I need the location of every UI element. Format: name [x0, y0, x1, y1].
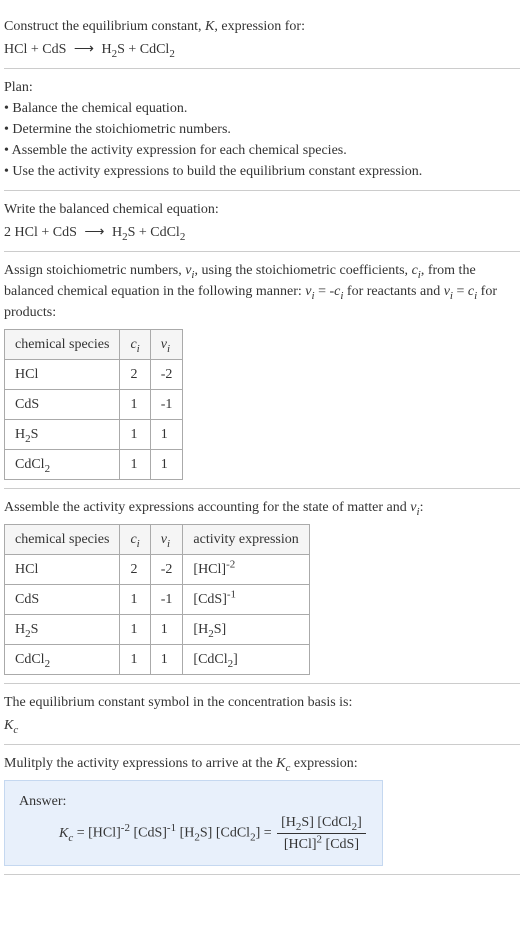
balanced-section: Write the balanced chemical equation: 2 …	[4, 191, 520, 252]
table-cell: HCl	[5, 555, 120, 585]
table-row: HCl 2 -2	[5, 360, 183, 390]
table-cell: 1	[120, 450, 150, 480]
table-cell: 1	[120, 645, 150, 675]
table-cell: 1	[150, 645, 183, 675]
table-cell: CdS	[5, 390, 120, 420]
table-cell: -1	[150, 585, 183, 615]
table-cell: 1	[120, 420, 150, 450]
denominator: [HCl]2 [CdS]	[277, 834, 366, 855]
table-header: ci	[120, 330, 150, 360]
unbalanced-equation: HCl + CdS ⟶ H2S + CdCl2	[4, 39, 520, 60]
symbol-section: The equilibrium constant symbol in the c…	[4, 684, 520, 745]
table-header: ci	[120, 525, 150, 555]
table-cell: [HCl]-2	[183, 555, 309, 585]
table-row: HCl 2 -2 [HCl]-2	[5, 555, 310, 585]
symbol-heading: The equilibrium constant symbol in the c…	[4, 692, 520, 713]
table-cell: -1	[150, 390, 183, 420]
numerator: [H2S] [CdCl2]	[277, 812, 366, 834]
table-header-row: chemical species ci νi	[5, 330, 183, 360]
table-cell: 1	[120, 390, 150, 420]
problem-prompt: Construct the equilibrium constant, K, e…	[4, 16, 520, 37]
table-cell: CdS	[5, 585, 120, 615]
table-header: chemical species	[5, 330, 120, 360]
stoich-table: chemical species ci νi HCl 2 -2 CdS 1 -1…	[4, 329, 183, 480]
plan-bullet: • Balance the chemical equation.	[4, 98, 520, 119]
plan-heading: Plan:	[4, 77, 520, 98]
table-cell: 1	[120, 615, 150, 645]
table-cell: H2S	[5, 615, 120, 645]
activity-section: Assemble the activity expressions accoun…	[4, 489, 520, 684]
answer-equation: Kc = [HCl]-2 [CdS]-1 [H2S] [CdCl2] = [H2…	[59, 812, 368, 855]
table-header: νi	[150, 330, 183, 360]
activity-table: chemical species ci νi activity expressi…	[4, 524, 310, 675]
table-cell: [H2S]	[183, 615, 309, 645]
balanced-equation: 2 HCl + CdS ⟶ H2S + CdCl2	[4, 222, 520, 243]
table-row: CdS 1 -1	[5, 390, 183, 420]
balanced-heading: Write the balanced chemical equation:	[4, 199, 520, 220]
fraction: [H2S] [CdCl2] [HCl]2 [CdS]	[277, 812, 366, 855]
table-cell: 1	[150, 615, 183, 645]
table-header-row: chemical species ci νi activity expressi…	[5, 525, 310, 555]
table-cell: 1	[120, 585, 150, 615]
plan-bullet: • Assemble the activity expression for e…	[4, 140, 520, 161]
table-cell: CdCl2	[5, 645, 120, 675]
table-row: H2S 1 1	[5, 420, 183, 450]
plan-section: Plan: • Balance the chemical equation. •…	[4, 69, 520, 191]
final-heading: Mulitply the activity expressions to arr…	[4, 753, 520, 774]
table-cell: 1	[150, 420, 183, 450]
answer-box: Answer: Kc = [HCl]-2 [CdS]-1 [H2S] [CdCl…	[4, 780, 383, 866]
table-cell: -2	[150, 555, 183, 585]
final-section: Mulitply the activity expressions to arr…	[4, 745, 520, 875]
activity-heading: Assemble the activity expressions accoun…	[4, 497, 520, 518]
table-cell: HCl	[5, 360, 120, 390]
table-row: CdCl2 1 1 [CdCl2]	[5, 645, 310, 675]
table-header: chemical species	[5, 525, 120, 555]
table-cell: -2	[150, 360, 183, 390]
table-cell: [CdCl2]	[183, 645, 309, 675]
stoich-heading: Assign stoichiometric numbers, νi, using…	[4, 260, 520, 323]
stoich-section: Assign stoichiometric numbers, νi, using…	[4, 252, 520, 489]
table-header: activity expression	[183, 525, 309, 555]
problem-statement: Construct the equilibrium constant, K, e…	[4, 8, 520, 69]
table-cell: H2S	[5, 420, 120, 450]
table-cell: CdCl2	[5, 450, 120, 480]
answer-label: Answer:	[19, 791, 368, 812]
symbol-value: Kc	[4, 715, 520, 736]
table-cell: 1	[150, 450, 183, 480]
plan-bullet: • Use the activity expressions to build …	[4, 161, 520, 182]
table-cell: 2	[120, 555, 150, 585]
table-cell: [CdS]-1	[183, 585, 309, 615]
table-row: H2S 1 1 [H2S]	[5, 615, 310, 645]
plan-bullet: • Determine the stoichiometric numbers.	[4, 119, 520, 140]
table-row: CdCl2 1 1	[5, 450, 183, 480]
table-header: νi	[150, 525, 183, 555]
table-cell: 2	[120, 360, 150, 390]
table-row: CdS 1 -1 [CdS]-1	[5, 585, 310, 615]
